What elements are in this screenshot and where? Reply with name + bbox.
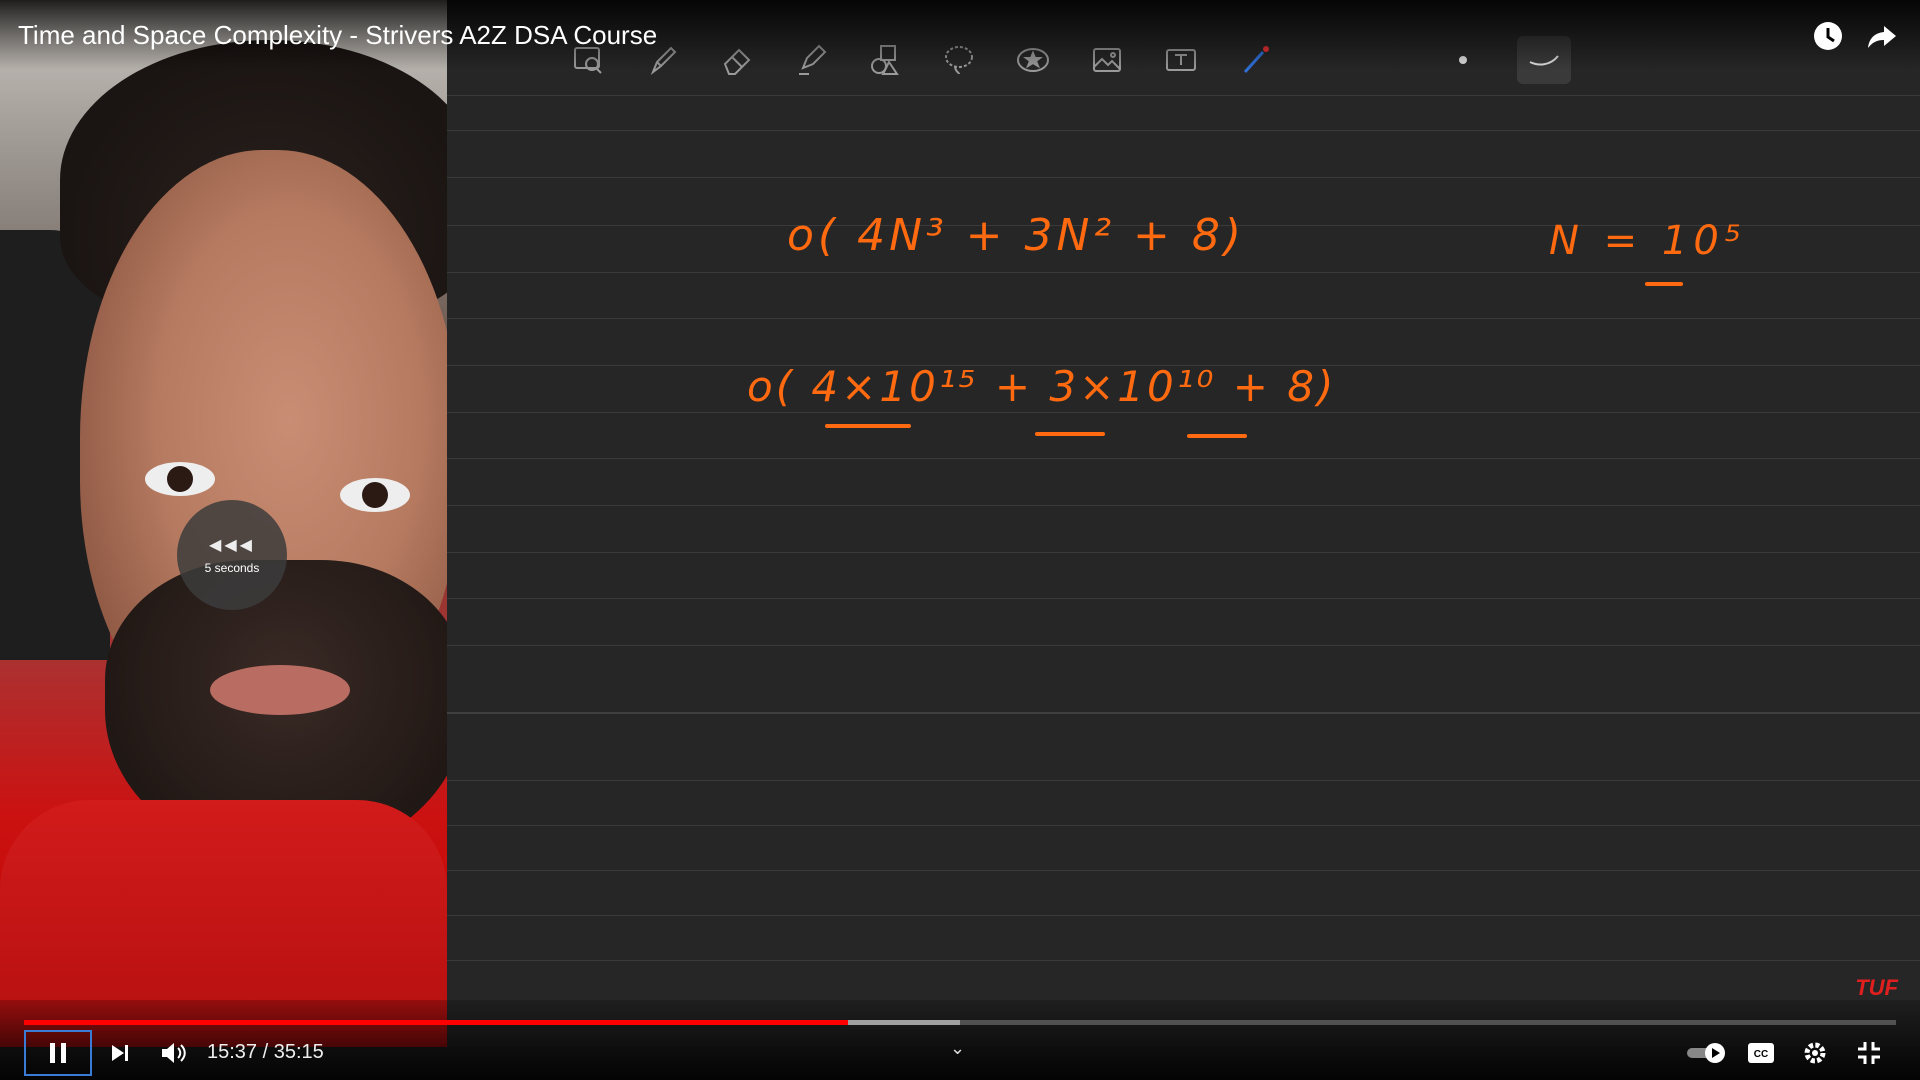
- next-icon: [112, 1045, 128, 1061]
- autoplay-toggle[interactable]: [1684, 1030, 1730, 1076]
- video-title[interactable]: Time and Space Complexity - Strivers A2Z…: [18, 20, 657, 51]
- exit-fullscreen-icon: [1858, 1042, 1880, 1064]
- autoplay-icon: [1687, 1043, 1725, 1063]
- volume-button[interactable]: [156, 1030, 192, 1076]
- time-display: 15:37 / 35:15: [207, 1041, 324, 1063]
- watch-later-icon[interactable]: [1808, 16, 1848, 56]
- seek-label: 5 seconds: [204, 561, 260, 575]
- settings-button[interactable]: [1798, 1030, 1832, 1076]
- next-button[interactable]: [104, 1030, 136, 1076]
- handwritten-expression-1: o( 4N³ + 3N² + 8): [787, 210, 1246, 261]
- captions-icon: CC: [1748, 1043, 1774, 1063]
- chevron-down-icon[interactable]: ⌄: [950, 1038, 965, 1059]
- pause-button[interactable]: [24, 1030, 92, 1076]
- captions-button[interactable]: CC: [1744, 1030, 1778, 1076]
- exit-fullscreen-button[interactable]: [1852, 1030, 1886, 1076]
- played-fill: [24, 1020, 848, 1025]
- share-icon[interactable]: [1862, 16, 1902, 56]
- handwritten-expression-2: o( 4×10¹⁵ + 3×10¹⁰ + 8): [747, 362, 1337, 411]
- volume-icon: [162, 1043, 186, 1063]
- gear-icon: [1804, 1042, 1826, 1064]
- video-player[interactable]: o( 4N³ + 3N² + 8) N = 10⁵ o( 4×10¹⁵ + 3×…: [0, 0, 1920, 1080]
- whiteboard: o( 4N³ + 3N² + 8) N = 10⁵ o( 4×10¹⁵ + 3×…: [447, 0, 1920, 1047]
- pause-icon: [50, 1043, 66, 1063]
- rewind-icon: ◀◀◀: [209, 537, 255, 554]
- seek-back-overlay: ◀◀◀ 5 seconds: [177, 500, 287, 610]
- handwritten-n-value: N = 10⁵: [1549, 218, 1747, 264]
- tuf-watermark: TUF: [1855, 975, 1898, 1000]
- progress-bar[interactable]: [24, 1020, 1896, 1025]
- svg-text:CC: CC: [1754, 1049, 1768, 1060]
